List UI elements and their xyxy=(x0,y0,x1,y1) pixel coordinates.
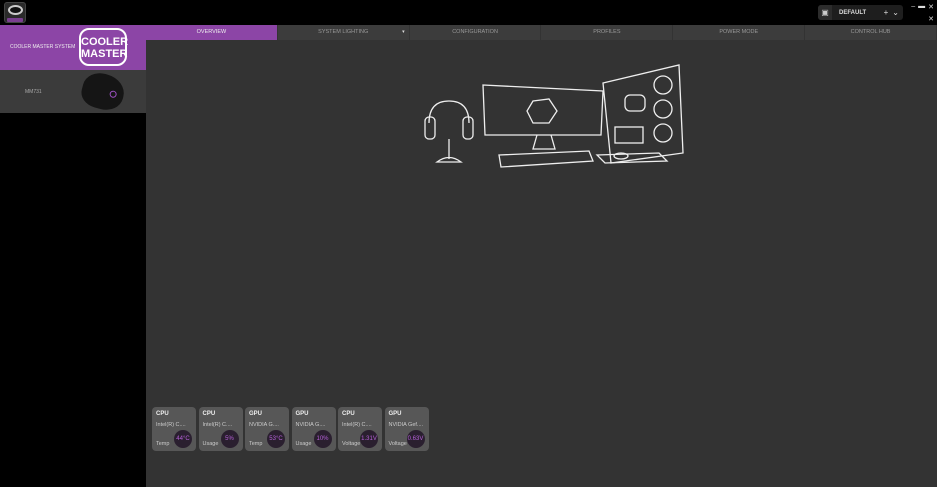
monitor-card[interactable]: CPU Intel(R) C.... Usage 5% xyxy=(198,407,243,451)
close-button[interactable]: ✕ xyxy=(928,3,934,11)
tab-overview[interactable]: OVERVIEW xyxy=(146,25,278,40)
tab-configuration[interactable]: CONFIGURATION xyxy=(410,25,542,40)
chevron-down-icon[interactable]: ▾ xyxy=(402,25,405,40)
cooler-master-logo: COOLER MASTER xyxy=(79,28,128,66)
monitor-card[interactable]: GPU NVIDIA G.... Usage 10% xyxy=(291,407,336,451)
profile-dropdown-icon[interactable]: ⌄ xyxy=(892,8,899,17)
monitor-card[interactable]: GPU NVIDIA G.... Temp 53°C xyxy=(245,407,289,451)
minimize-button[interactable]: – xyxy=(911,3,915,11)
monitor-card[interactable]: GPU NVIDIA Gef.... Voltage 0.63V xyxy=(384,407,429,451)
tab-profiles[interactable]: PROFILES xyxy=(541,25,674,40)
pc-case-icon xyxy=(595,64,684,164)
mouse-image xyxy=(78,69,128,114)
profile-name: DEFAULT xyxy=(839,9,867,16)
value-badge: 44°C xyxy=(174,430,192,448)
monitor-card[interactable]: CPU Intel(R) C.... Voltage 1.31V xyxy=(338,407,382,451)
tab-bar: OVERVIEW SYSTEM LIGHTING ▾ CONFIGURATION … xyxy=(146,25,937,40)
sidebar-item-system[interactable]: COOLER MASTER SYSTEM COOLER MASTER xyxy=(0,25,146,70)
value-badge: 1.31V xyxy=(360,430,378,448)
value-badge: 53°C xyxy=(267,430,285,448)
value-badge: 0.63V xyxy=(406,430,425,448)
tab-control-hub[interactable]: CONTROL HUB xyxy=(805,25,937,40)
value-badge: 10% xyxy=(313,430,332,448)
main-panel: OVERVIEW SYSTEM LIGHTING ▾ CONFIGURATION … xyxy=(146,25,937,487)
sidebar-item-device[interactable]: MM731 xyxy=(0,69,146,114)
sidebar: COOLER MASTER SYSTEM COOLER MASTER MM731 xyxy=(0,25,146,487)
profile-image-icon[interactable]: ▣ xyxy=(818,5,832,20)
tab-system-lighting[interactable]: SYSTEM LIGHTING ▾ xyxy=(278,25,410,40)
system-illustration xyxy=(424,64,684,168)
monitor-card[interactable]: CPU Intel(R) C.... Temp 44°C xyxy=(152,407,196,451)
maximize-button[interactable]: ▬ xyxy=(918,3,925,11)
system-label: COOLER MASTER SYSTEM xyxy=(10,44,76,50)
title-bar: ▣ DEFAULT + ⌄ – ▬ ✕ ✕ xyxy=(0,0,937,25)
add-profile-button[interactable]: + xyxy=(884,8,889,17)
value-badge: 5% xyxy=(220,430,239,448)
pin-icon[interactable]: ✕ xyxy=(928,15,934,23)
headset-icon xyxy=(424,100,474,163)
profile-selector[interactable]: ▣ DEFAULT + ⌄ xyxy=(818,5,903,20)
tab-power-mode[interactable]: POWER MODE xyxy=(673,25,806,40)
monitor-cards: CPU Intel(R) C.... Temp 44°C CPU Intel(R) C.… xyxy=(152,407,429,451)
monitor-icon xyxy=(482,84,604,168)
device-name: MM731 xyxy=(25,89,42,95)
app-logo[interactable] xyxy=(4,2,26,23)
